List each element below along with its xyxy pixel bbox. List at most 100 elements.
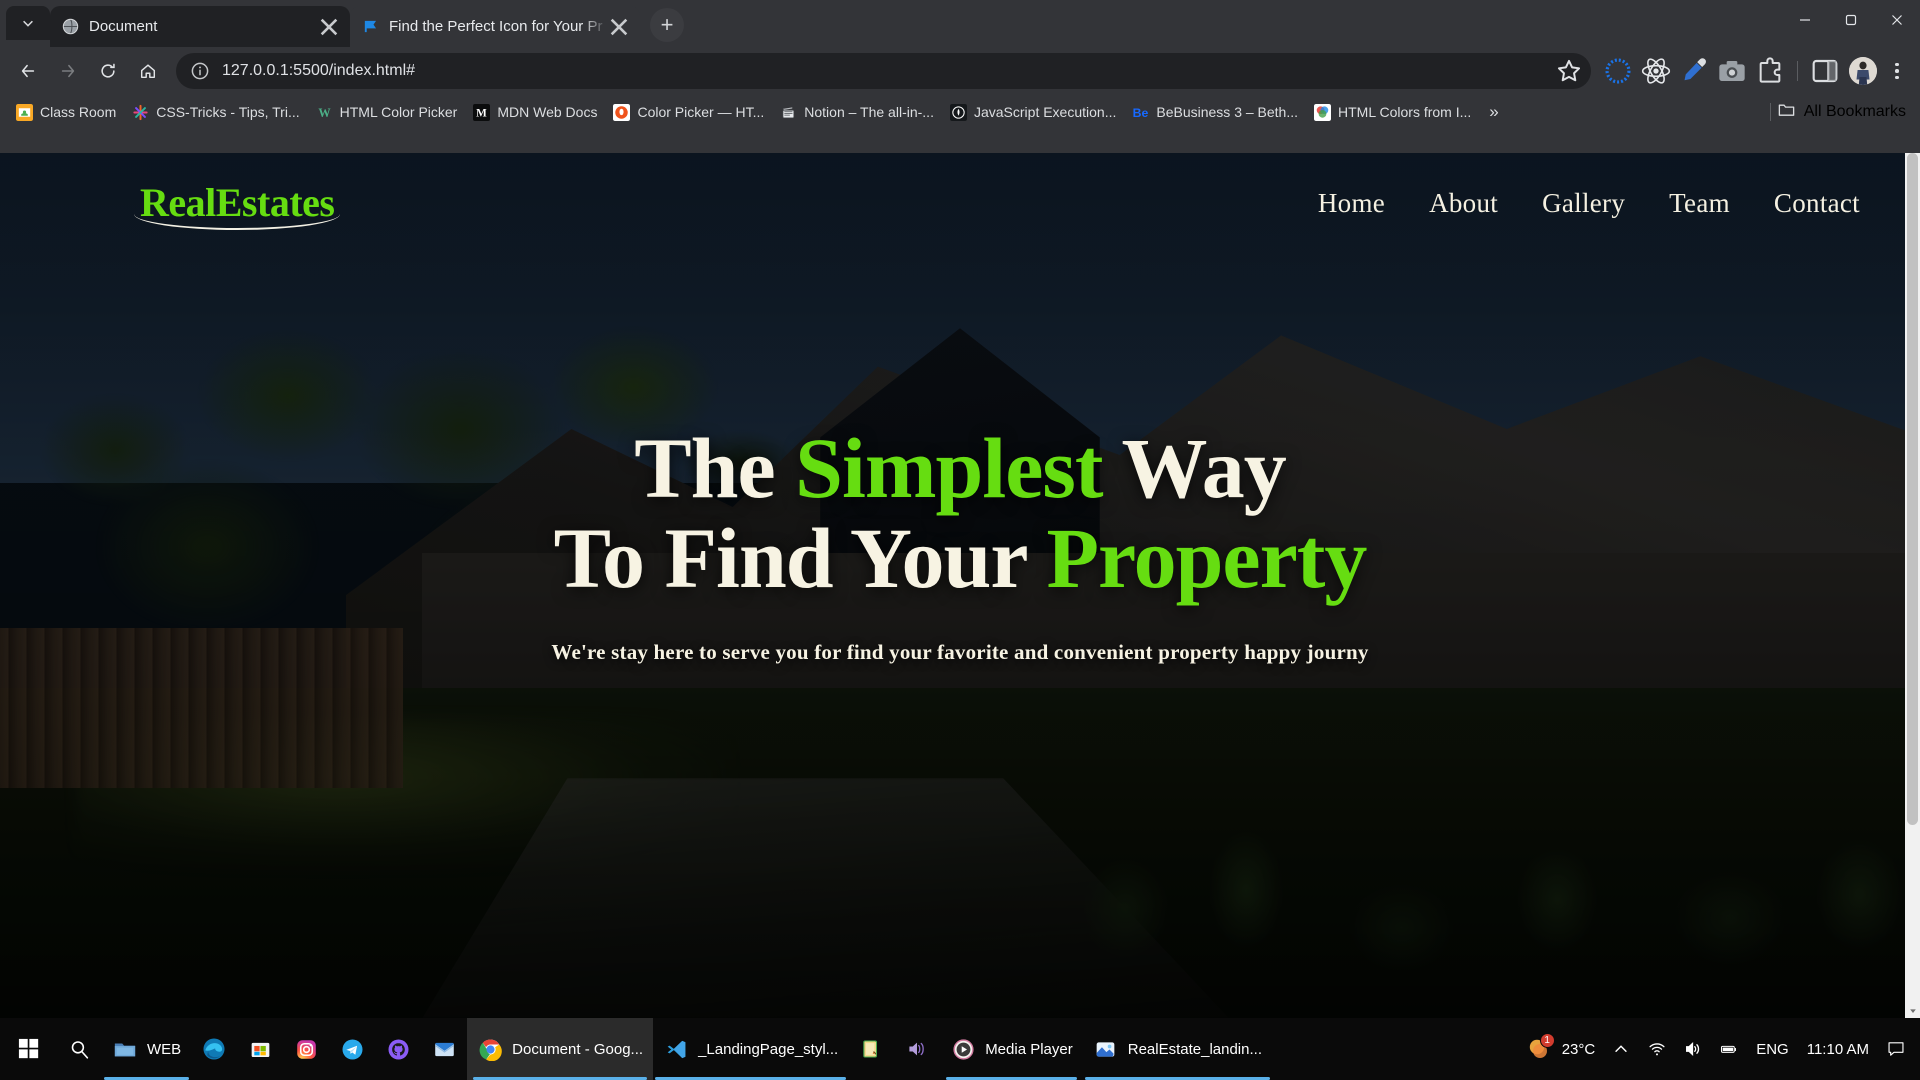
browser-menu-button[interactable] — [1882, 55, 1912, 87]
maximize-button[interactable] — [1828, 0, 1874, 40]
taskbar-item-edge[interactable] — [191, 1018, 237, 1080]
folder-icon-svg — [1778, 104, 1795, 116]
microsoft-store-icon-svg — [251, 1042, 270, 1057]
chrome-icon-svg — [479, 1038, 502, 1061]
bookmark-color-picker[interactable]: Color Picker — HT... — [605, 99, 772, 125]
nav-link-gallery[interactable]: Gallery — [1542, 188, 1625, 219]
color-wheel-icon-svg — [1314, 103, 1332, 121]
taskbar-item-mail[interactable] — [421, 1018, 467, 1080]
bookmark-javascript-execution[interactable]: JavaScript Execution... — [942, 99, 1124, 125]
edge-icon-svg — [203, 1038, 225, 1060]
taskbar-item-sticky-notes[interactable] — [848, 1018, 894, 1080]
page-scrollbar[interactable] — [1905, 153, 1920, 1018]
bookmark-html-colors[interactable]: HTML Colors from I... — [1306, 99, 1479, 125]
taskbar-item-microsoft-store[interactable] — [237, 1018, 283, 1080]
all-bookmarks-button[interactable]: All Bookmarks — [1764, 100, 1912, 124]
minimize-button[interactable] — [1782, 0, 1828, 40]
taskbar-item-instagram[interactable] — [283, 1018, 329, 1080]
camera-extension-icon[interactable] — [1716, 55, 1748, 87]
blue-circle-extension-icon[interactable] — [1602, 55, 1634, 87]
minimize-icon — [1800, 19, 1810, 21]
info-circle-icon[interactable] — [190, 61, 210, 81]
react-extension-icon[interactable] — [1640, 55, 1672, 87]
bookmark-class-room[interactable]: Class Room — [8, 99, 124, 125]
tray-volume-button[interactable] — [1675, 1018, 1711, 1080]
taskbar-item-realestate-photos[interactable]: RealEstate_landin... — [1083, 1018, 1272, 1080]
photos-icon — [1093, 1036, 1119, 1062]
nav-link-contact[interactable]: Contact — [1774, 188, 1860, 219]
battery-icon — [1721, 1045, 1737, 1053]
bookmark-html-color-picker[interactable]: W HTML Color Picker — [308, 99, 466, 125]
taskbar-item-web[interactable]: WEB — [102, 1018, 191, 1080]
back-button[interactable] — [11, 54, 45, 88]
url-text[interactable]: 127.0.0.1:5500/index.html# — [222, 62, 1555, 80]
mail-icon — [431, 1036, 457, 1062]
forward-button[interactable] — [51, 54, 85, 88]
mdn-icon-svg: M — [473, 103, 491, 121]
headline-part-3: To Find Your — [553, 510, 1047, 607]
bookmark-mdn[interactable]: M MDN Web Docs — [465, 99, 605, 125]
tray-overflow-button[interactable] — [1603, 1018, 1639, 1080]
tab-search-button[interactable] — [6, 6, 50, 40]
taskbar-item-volume-mixer[interactable] — [894, 1018, 940, 1080]
chrome-icon — [477, 1036, 503, 1062]
bookmarks-overflow-button[interactable]: » — [1479, 102, 1507, 122]
bookmark-notion[interactable]: Notion – The all-in-... — [772, 99, 942, 125]
w3schools-icon-svg: W — [318, 105, 331, 119]
tab-close-button[interactable] — [318, 16, 340, 38]
telegram-icon — [339, 1036, 365, 1062]
taskbar-label: _LandingPage_styl... — [698, 1040, 839, 1058]
browser-window: Document Find the Perfect Icon for Your … — [0, 0, 1920, 1018]
globe-icon-svg — [62, 18, 79, 35]
nav-link-team[interactable]: Team — [1669, 188, 1730, 219]
start-button[interactable] — [0, 1018, 56, 1080]
bookmark-label: JavaScript Execution... — [973, 104, 1117, 120]
headline-part-1: The — [634, 420, 796, 516]
chevron-up-icon — [1615, 1045, 1627, 1052]
tab-find-icon[interactable]: Find the Perfect Icon for Your Pr — [350, 6, 640, 47]
taskbar-search-button[interactable] — [56, 1018, 102, 1080]
tab-document[interactable]: Document — [50, 6, 350, 47]
taskbar-item-vscode[interactable]: _LandingPage_styl... — [653, 1018, 848, 1080]
taskbar-items: WEB Document - Goog... _LandingPage_styl… — [0, 1018, 1272, 1080]
taskbar-label: RealEstate_landin... — [1127, 1040, 1262, 1058]
close-icon — [320, 18, 338, 35]
sticky-notes-icon — [858, 1036, 884, 1062]
taskbar-item-media-player[interactable]: Media Player — [940, 1018, 1083, 1080]
tray-network-button[interactable] — [1639, 1018, 1675, 1080]
bookmark-label: MDN Web Docs — [497, 104, 598, 120]
taskbar-item-telegram[interactable] — [329, 1018, 375, 1080]
close-window-button[interactable] — [1874, 0, 1920, 40]
tray-language[interactable]: ENG — [1747, 1018, 1798, 1080]
flag-icon — [362, 18, 379, 35]
tray-notifications-button[interactable] — [1878, 1018, 1914, 1080]
site-logo[interactable]: RealEstates — [134, 183, 341, 230]
scrollbar-thumb[interactable] — [1907, 153, 1918, 825]
profile-avatar[interactable] — [1849, 57, 1877, 85]
bookmark-star-icon[interactable] — [1555, 57, 1583, 85]
taskbar-item-github[interactable] — [375, 1018, 421, 1080]
tab-close-button[interactable] — [608, 16, 630, 38]
weather-badge: 1 — [1539, 1033, 1555, 1048]
windows-start-icon-svg — [18, 1038, 39, 1059]
tray-clock[interactable]: 11:10 AM — [1798, 1018, 1878, 1080]
home-button[interactable] — [131, 54, 165, 88]
scrollbar-down-arrow[interactable] — [1905, 1003, 1920, 1018]
extensions-button[interactable] — [1754, 55, 1786, 87]
side-panel-button[interactable] — [1809, 55, 1841, 87]
reload-button[interactable] — [91, 54, 125, 88]
nav-link-about[interactable]: About — [1429, 188, 1498, 219]
nav-link-home[interactable]: Home — [1318, 188, 1385, 219]
address-bar[interactable]: 127.0.0.1:5500/index.html# — [176, 53, 1591, 89]
windows-taskbar: WEB Document - Goog... _LandingPage_styl… — [0, 1018, 1920, 1080]
tray-battery-button[interactable] — [1711, 1018, 1747, 1080]
taskbar-item-document-chrome[interactable]: Document - Goog... — [467, 1018, 654, 1080]
svg-text:W: W — [318, 105, 331, 119]
bookmark-css-tricks[interactable]: CSS-Tricks - Tips, Tri... — [124, 99, 307, 125]
tray-weather[interactable]: 1 23°C — [1512, 1033, 1604, 1062]
eyedropper-extension-icon[interactable] — [1678, 55, 1710, 87]
new-tab-button[interactable]: + — [650, 8, 684, 42]
svg-text:Be: Be — [1133, 105, 1149, 119]
bookmark-bebusiness[interactable]: Be BeBusiness 3 – Beth... — [1124, 99, 1306, 125]
puzzle-extension-icon — [1759, 57, 1781, 83]
